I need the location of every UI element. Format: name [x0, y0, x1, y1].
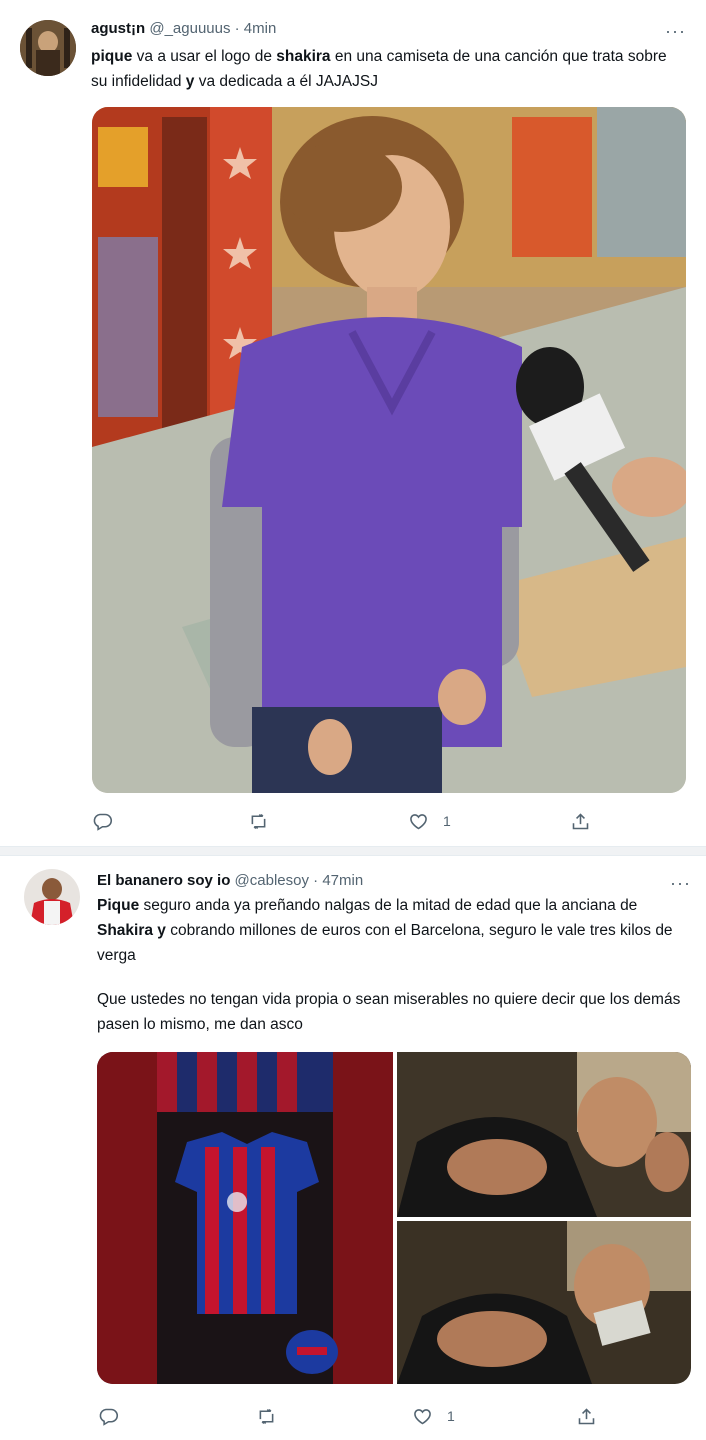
tweet-text: pique va a usar el logo de shakira en un… — [91, 44, 671, 94]
tweet-photo[interactable] — [97, 1052, 393, 1384]
text-segment: Shakira y — [97, 922, 166, 939]
like-count: 1 — [447, 1408, 455, 1424]
reply-button[interactable] — [98, 1403, 133, 1429]
heart-icon — [414, 1408, 431, 1424]
share-button[interactable] — [576, 1403, 597, 1429]
share-upload-icon — [572, 812, 589, 829]
more-horizontal-icon[interactable]: ··· — [665, 22, 686, 40]
text-segment: va a usar el logo de — [132, 48, 277, 65]
reply-bubble-icon — [93, 813, 113, 831]
avatar[interactable] — [20, 20, 76, 76]
tweet-media-grid — [97, 1052, 691, 1384]
display-name[interactable]: agust¡n — [91, 20, 145, 37]
tweet-el-bananero[interactable]: El bananero soy io @cablesoy · 47min ···… — [0, 856, 706, 1440]
tweet-header: agust¡n @_aguuuus · 4min — [91, 20, 276, 37]
tweet-agustin[interactable]: agust¡n @_aguuuus · 4min ··· pique va a … — [0, 0, 706, 846]
handle[interactable]: @cablesoy — [235, 872, 309, 889]
avatar[interactable] — [24, 869, 80, 925]
like-button[interactable]: 1 — [412, 1403, 455, 1429]
reply-bubble-icon — [99, 1408, 119, 1426]
timestamp[interactable]: · 4min — [235, 20, 277, 37]
tweet-actions: 1 — [92, 808, 686, 834]
text-segment: shakira — [276, 48, 331, 65]
heart-icon — [410, 813, 427, 829]
display-name[interactable]: El bananero soy io — [97, 872, 230, 889]
tweet-header: El bananero soy io @cablesoy · 47min — [97, 872, 363, 889]
tweet-text: Pique seguro anda ya preñando nalgas de … — [97, 893, 687, 968]
handle[interactable]: @_aguuuus — [149, 20, 230, 37]
tweet-divider — [0, 846, 706, 856]
text-segment: va dedicada a él JAJAJSJ — [194, 73, 378, 90]
retweet-arrows-icon — [251, 813, 266, 829]
like-count: 1 — [443, 813, 451, 829]
tweet-text-paragraph: Que ustedes no tengan vida propia o sean… — [97, 991, 681, 1033]
tweet-actions: 1 — [98, 1403, 692, 1429]
share-button[interactable] — [570, 808, 591, 834]
text-segment: Pique — [97, 897, 140, 914]
tweet-photo[interactable] — [397, 1221, 691, 1384]
retweet-button[interactable] — [256, 1403, 291, 1429]
share-upload-icon — [578, 1407, 595, 1424]
tweet-photo[interactable] — [92, 107, 686, 793]
retweet-arrows-icon — [259, 1408, 274, 1424]
text-segment: pique — [91, 48, 133, 65]
tweet-photo[interactable] — [397, 1052, 691, 1217]
more-horizontal-icon[interactable]: ··· — [670, 874, 691, 892]
timestamp[interactable]: · 47min — [313, 872, 363, 889]
retweet-button[interactable] — [248, 808, 283, 834]
reply-button[interactable] — [92, 808, 127, 834]
like-button[interactable]: 1 — [408, 808, 451, 834]
text-segment: seguro anda ya preñando nalgas de la mit… — [139, 897, 638, 914]
text-segment: cobrando millones de euros con el Barcel… — [97, 922, 673, 964]
